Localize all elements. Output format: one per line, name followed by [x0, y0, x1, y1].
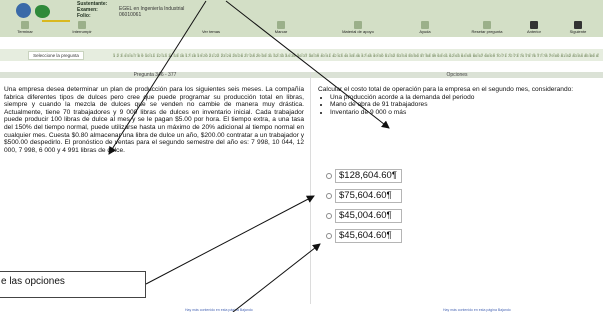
arrow-to-question	[108, 0, 207, 155]
arrow-to-option-d	[232, 243, 321, 312]
annotation-arrows	[108, 0, 390, 312]
arrow-to-conditions	[225, 0, 390, 129]
arrow-to-options	[145, 195, 315, 285]
